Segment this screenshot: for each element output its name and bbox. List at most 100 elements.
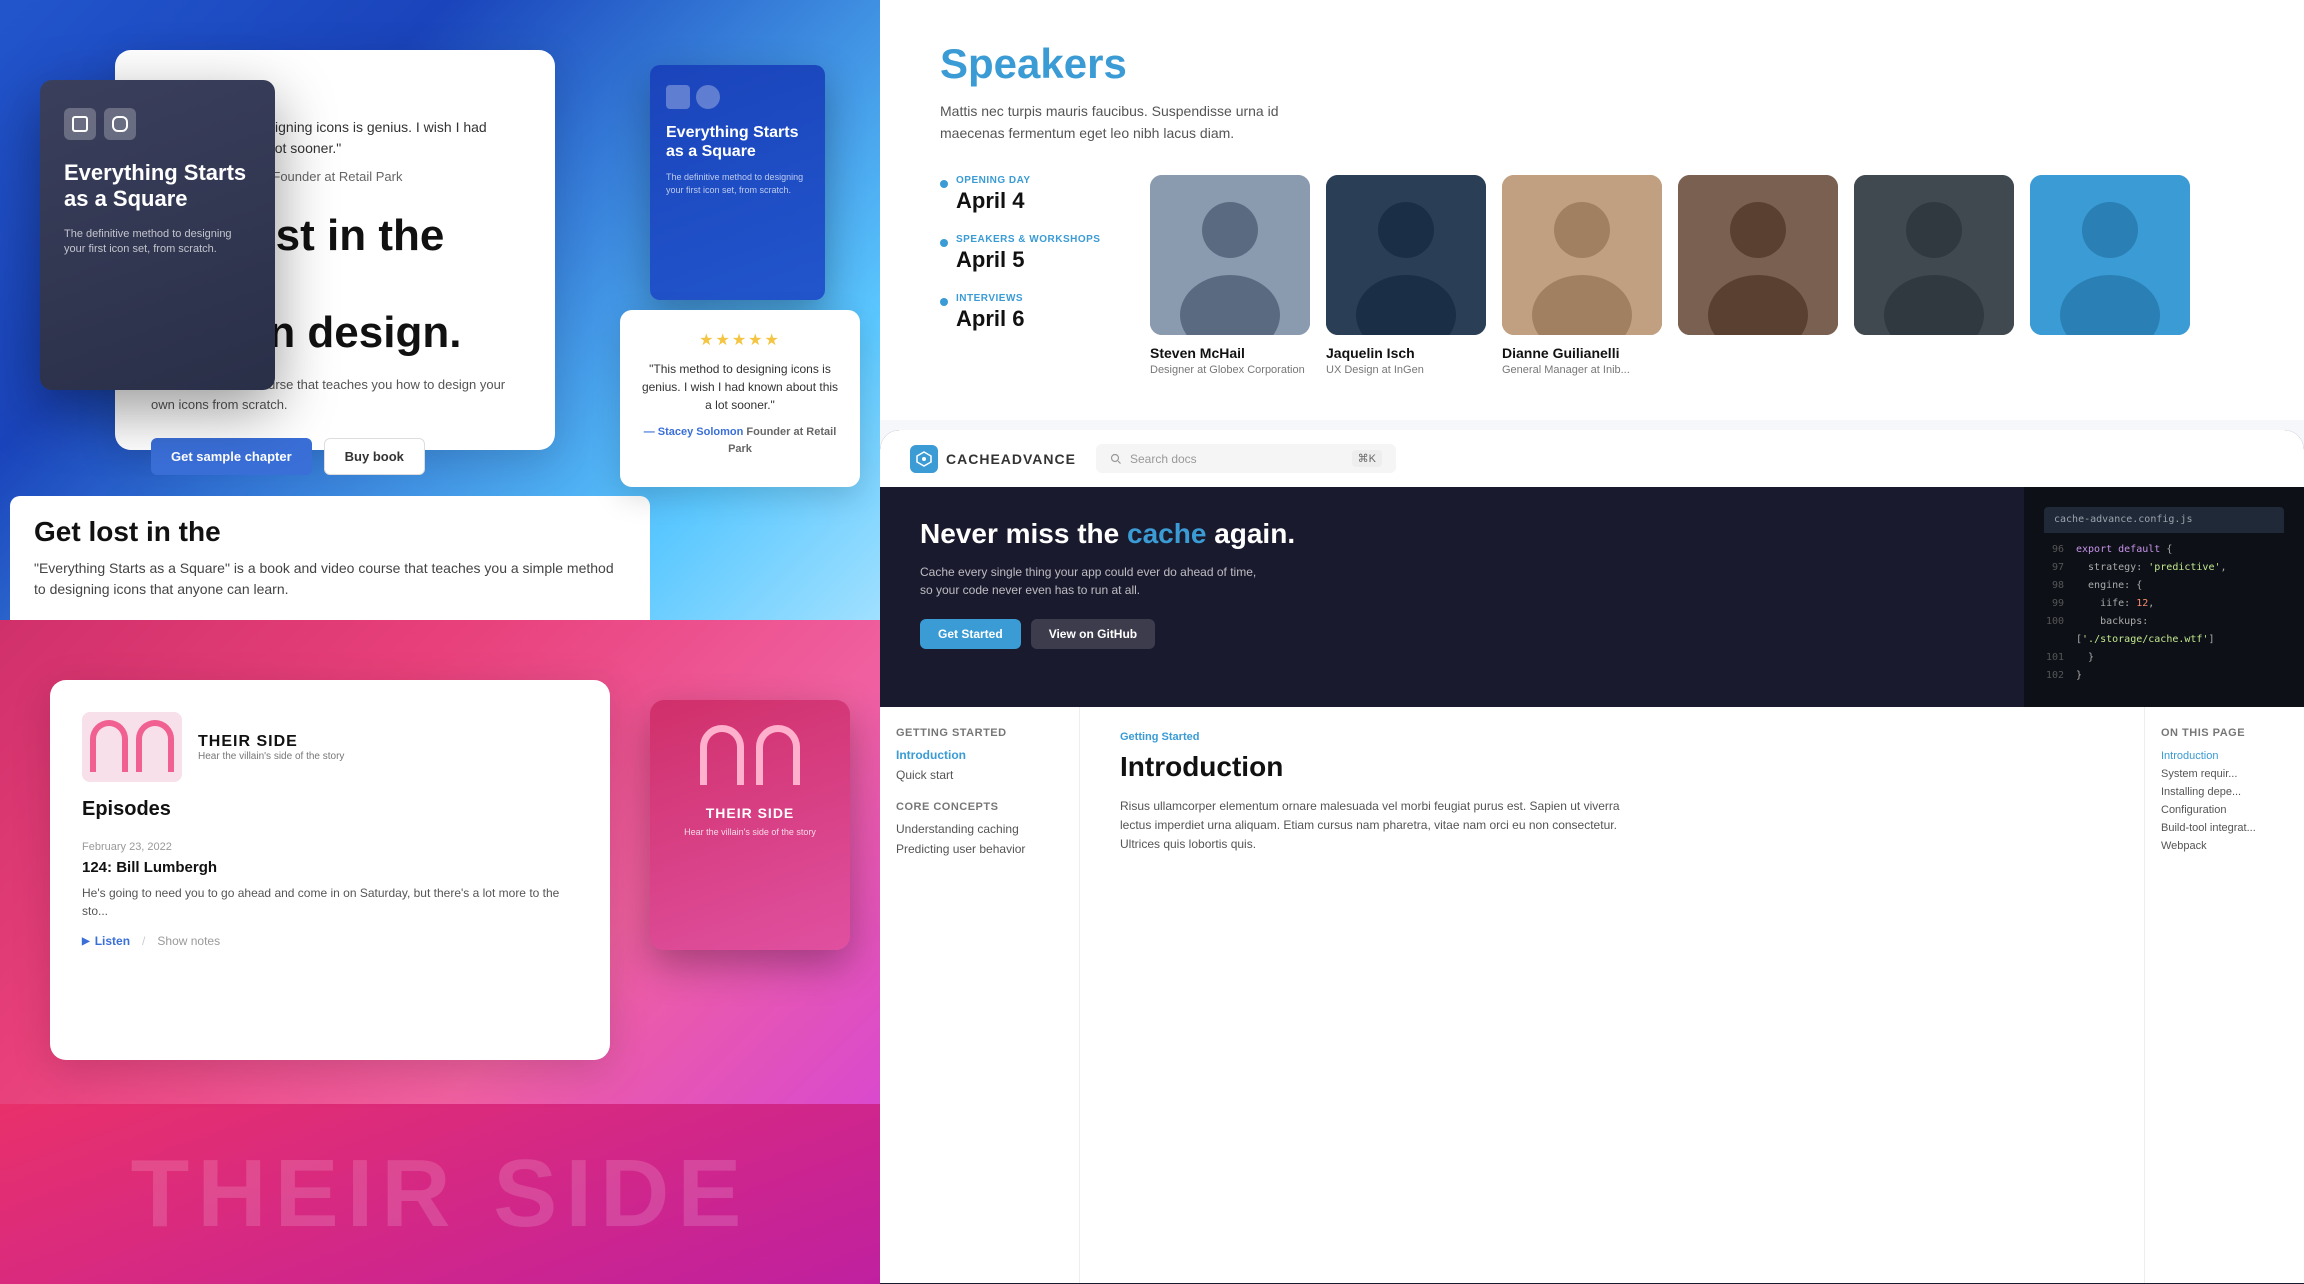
small-podcast-title: THEIR SIDE [706,805,795,821]
speaker-photo-6 [2030,175,2190,335]
listen-button[interactable]: Listen [82,934,130,948]
speakers-layout: Opening Day April 4 Speakers & Workshops… [940,175,2244,376]
schedule-date-3: April 6 [956,306,1120,332]
cache-docs: Getting started Introduction Quick start… [880,707,2304,1283]
right-panel: Speakers Mattis nec turpis mauris faucib… [880,0,2304,1284]
small-card-icons [666,85,809,109]
their-side-bg-text: theiR SIDE [131,1139,750,1249]
their-side-bottom: theiR SIDE [0,1104,880,1284]
sidebar-item-introduction[interactable]: Introduction [896,745,1063,765]
schedule-date-2: April 5 [956,247,1120,273]
docs-main-heading: Introduction [1120,751,2104,783]
floating-review-author: — Stacey Solomon Founder at Retail Park [640,424,840,457]
right-sidebar-item-installing[interactable]: Installing depe... [2161,783,2288,801]
sidebar-section-getting-started: Getting started Introduction Quick start [896,727,1063,785]
book-section: Everything Starts as a Square The defini… [0,0,880,620]
code-filename: cache-advance.config.js [2044,507,2284,533]
left-panel: Everything Starts as a Square The defini… [0,0,880,1284]
speaker-role-2: UX Design at InGen [1326,364,1486,376]
book-main-title: Everything Starts as a Square [64,160,251,213]
sidebar-item-predicting[interactable]: Predicting user behavior [896,839,1063,859]
right-sidebar-item-introduction[interactable]: Introduction [2161,747,2288,765]
cache-hero: Never miss the cache again. Cache every … [880,487,2304,707]
speaker-card-3: Dianne Guilianelli General Manager at In… [1502,175,1662,376]
speaker-photo-4 [1678,175,1838,335]
search-icon [1110,453,1122,465]
small-square-icon [666,85,690,109]
sample-chapter-button[interactable]: Get sample chapter [151,438,312,475]
sidebar-heading-1: Getting started [896,727,1063,739]
cache-nav: CACHEADVANCE Search docs ⌘K [880,430,2304,487]
view-on-github-button[interactable]: View on GitHub [1031,619,1155,649]
get-started-button[interactable]: Get Started [920,619,1021,649]
speaker-photo-1 [1150,175,1310,335]
speaker-card-6 [2030,175,2190,376]
schedule-item-2[interactable]: Speakers & Workshops April 5 [940,234,1120,273]
speaker-photo-3 [1502,175,1662,335]
speaker-photo-2 [1326,175,1486,335]
sidebar-item-quick-start[interactable]: Quick start [896,765,1063,785]
docs-main-text: Risus ullamcorper elementum ornare males… [1120,797,1620,855]
schedule-item-3[interactable]: Interviews April 6 [940,293,1120,332]
right-sidebar-item-system[interactable]: System requir... [2161,765,2288,783]
buy-book-button[interactable]: Buy book [324,438,425,475]
cache-hero-headline: Never miss the cache again. [920,517,1984,551]
cache-code-block: cache-advance.config.js 96export default… [2024,487,2304,707]
cache-right-sidebar: On this page Introduction System requir.… [2144,707,2304,1283]
schedule-item-1[interactable]: Opening Day April 4 [940,175,1120,214]
speaker-card-2: Jaquelin Isch UX Design at InGen [1326,175,1486,376]
cache-main-content: Getting Started Introduction Risus ullam… [1080,707,2144,1283]
cache-docs-sidebar: Getting started Introduction Quick start… [880,707,1080,1283]
speaker-card-5 [1854,175,2014,376]
speaker-name-1: Steven McHail [1150,345,1310,361]
schedule-sidebar: Opening Day April 4 Speakers & Workshops… [940,175,1120,376]
headline-2: again. [1214,518,1295,549]
speaker-name-3: Dianne Guilianelli [1502,345,1662,361]
speaker-card-4 [1678,175,1838,376]
show-notes-link[interactable]: Show notes [157,934,220,948]
small-card-desc: The definitive method to designing your … [666,171,809,196]
floating-stars: ★★★★★ [640,330,840,350]
book-bottom-text: "Everything Starts as a Square" is a boo… [34,558,626,600]
cache-btn-row: Get Started View on GitHub [920,619,1984,649]
sidebar-heading-2: Core concepts [896,801,1063,813]
cache-search-bar[interactable]: Search docs ⌘K [1096,444,1396,473]
headline-highlight: cache [1127,518,1206,549]
schedule-label-1: Opening Day [956,175,1120,186]
small-card-title: Everything Starts as a Square [666,123,809,161]
breadcrumb-getting-started: Getting Started [1120,731,2104,743]
small-circle-icon [696,85,720,109]
book-icon-row [64,108,251,140]
search-placeholder: Search docs [1130,452,1197,466]
square-icon [64,108,96,140]
book-card-small: Everything Starts as a Square The defini… [650,65,825,300]
episode-description: He's going to need you to go ahead and c… [82,884,578,920]
get-lost-heading: Get lost in the [34,516,626,548]
right-sidebar-item-config[interactable]: Configuration [2161,801,2288,819]
their-side-tagline: Hear the villain's side of the story [198,751,344,762]
schedule-label-3: Interviews [956,293,1120,304]
right-sidebar-item-webpack[interactable]: Webpack [2161,837,2288,855]
their-side-logo-text: THEIR SIDE [198,733,344,751]
schedule-date-1: April 4 [956,188,1120,214]
book-card-main: Everything Starts as a Square The defini… [40,80,275,390]
episodes-heading: Episodes [82,798,578,821]
speakers-grid: Steven McHail Designer at Globex Corpora… [1150,175,2244,376]
speaker-role-1: Designer at Globex Corporation [1150,364,1310,376]
episode-controls: Listen / Show notes [82,934,578,948]
sidebar-item-caching[interactable]: Understanding caching [896,819,1063,839]
book-main-subtitle: The definitive method to designing your … [64,227,251,258]
floating-review-text: "This method to designing icons is geniu… [640,360,840,414]
speaker-name-2: Jaquelin Isch [1326,345,1486,361]
headline-1: Never miss the [920,518,1119,549]
cache-section: CACHEADVANCE Search docs ⌘K Never miss t… [880,430,2304,1284]
right-sidebar-item-build[interactable]: Build-tool integrat... [2161,819,2288,837]
speakers-section: Speakers Mattis nec turpis mauris faucib… [880,0,2304,420]
sidebar-section-core: Core concepts Understanding caching Pred… [896,801,1063,859]
podcast-card-main: THEIR SIDE Hear the villain's side of th… [50,680,610,1060]
small-podcast-subtitle: Hear the villain's side of the story [684,827,816,837]
their-side-small-icon [695,720,805,795]
podcast-section: THEIR SIDE Hear the villain's side of th… [0,620,880,1284]
episode-date: February 23, 2022 [82,841,578,853]
right-sidebar-heading: On this page [2161,727,2288,739]
